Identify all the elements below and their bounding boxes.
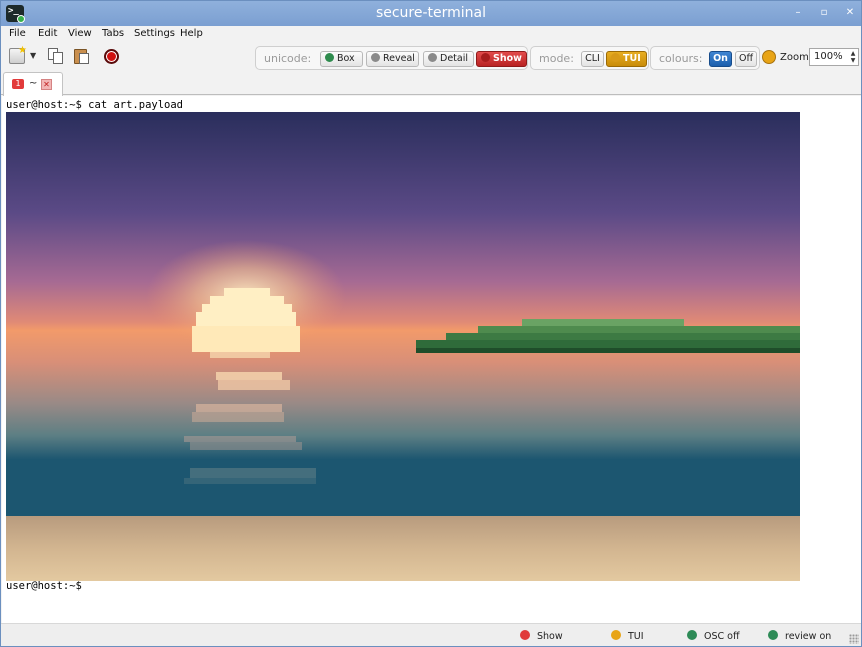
green-dot-icon (325, 53, 334, 62)
pixel-art-sunset-image (6, 112, 800, 581)
amber-status-dot-icon (611, 630, 621, 640)
unicode-label: unicode: (264, 52, 312, 65)
status-tui: TUI (611, 630, 644, 642)
minimize-icon[interactable]: – (791, 6, 805, 20)
unicode-reveal-button[interactable]: Reveal (366, 51, 419, 67)
new-tab-icon[interactable]: ★ (9, 45, 27, 64)
unicode-box-button[interactable]: Box (320, 51, 363, 67)
menu-tabs[interactable]: Tabs (102, 28, 124, 39)
menu-edit[interactable]: Edit (38, 28, 57, 39)
grey-dot-icon (428, 53, 437, 62)
grey-dot-icon (371, 53, 380, 62)
title-bar[interactable]: >_ secure-terminal – ▫ ✕ (1, 1, 861, 26)
zoom-input[interactable]: 100% ▲ ▼ (809, 48, 859, 66)
status-osc: OSC off (687, 630, 740, 642)
tab-strip: 1 ~ ✕ (1, 71, 861, 96)
tab-home[interactable]: 1 ~ ✕ (3, 72, 63, 96)
zoom-indicator-icon (762, 50, 776, 64)
toolbar: ★ ▼ unicode: Box Reveal Detail Show mode… (1, 43, 861, 71)
green-status-dot-icon (768, 630, 778, 640)
tab-number-badge: 1 (12, 79, 24, 89)
tab-title: ~ (29, 78, 38, 89)
colours-off-button[interactable]: Off (735, 51, 757, 67)
paste-icon[interactable] (74, 48, 90, 64)
red-status-dot-icon (520, 630, 530, 640)
colours-label: colours: (659, 52, 703, 65)
tab-close-icon[interactable]: ✕ (41, 79, 52, 90)
mode-tui-button[interactable]: TUI (606, 51, 647, 67)
menu-help[interactable]: Help (180, 28, 203, 39)
mode-cli-button[interactable]: CLI (581, 51, 604, 67)
status-review: review on (768, 630, 831, 642)
record-icon[interactable] (104, 49, 119, 64)
prompt-line: user@host:~$ (6, 580, 82, 592)
menu-view[interactable]: View (68, 28, 92, 39)
zoom-stepper[interactable]: ▲ ▼ (849, 50, 857, 64)
command-line: user@host:~$ cat art.payload (6, 99, 184, 111)
terminal-output[interactable]: user@host:~$ cat art.payload user@host:~… (2, 96, 861, 623)
status-bar: Show TUI OSC off review on (1, 623, 861, 646)
status-show: Show (520, 630, 563, 642)
dropdown-arrow-icon[interactable]: ▼ (30, 51, 36, 60)
copy-icon[interactable] (48, 48, 64, 64)
zoom-label: Zoom (780, 52, 809, 63)
unicode-show-button[interactable]: Show (476, 51, 527, 67)
colours-on-button[interactable]: On (709, 51, 732, 67)
terminal-window: >_ secure-terminal – ▫ ✕ File Edit View … (0, 0, 862, 647)
close-window-icon[interactable]: ✕ (843, 6, 857, 20)
maximize-icon[interactable]: ▫ (817, 6, 831, 20)
resize-grip-icon[interactable] (849, 634, 859, 644)
unicode-group: unicode: Box Reveal Detail Show (255, 46, 528, 70)
green-status-dot-icon (687, 630, 697, 640)
red-dot-icon (481, 53, 490, 62)
menu-file[interactable]: File (9, 28, 26, 39)
mode-group: mode: CLI TUI (530, 46, 649, 70)
menu-bar: File Edit View Tabs Settings Help (1, 26, 861, 43)
colours-group: colours: On Off (650, 46, 760, 70)
amber-dot-icon (611, 53, 620, 62)
unicode-detail-button[interactable]: Detail (423, 51, 474, 67)
window-title: secure-terminal (375, 5, 487, 21)
menu-settings[interactable]: Settings (134, 28, 175, 39)
mode-label: mode: (539, 52, 574, 65)
